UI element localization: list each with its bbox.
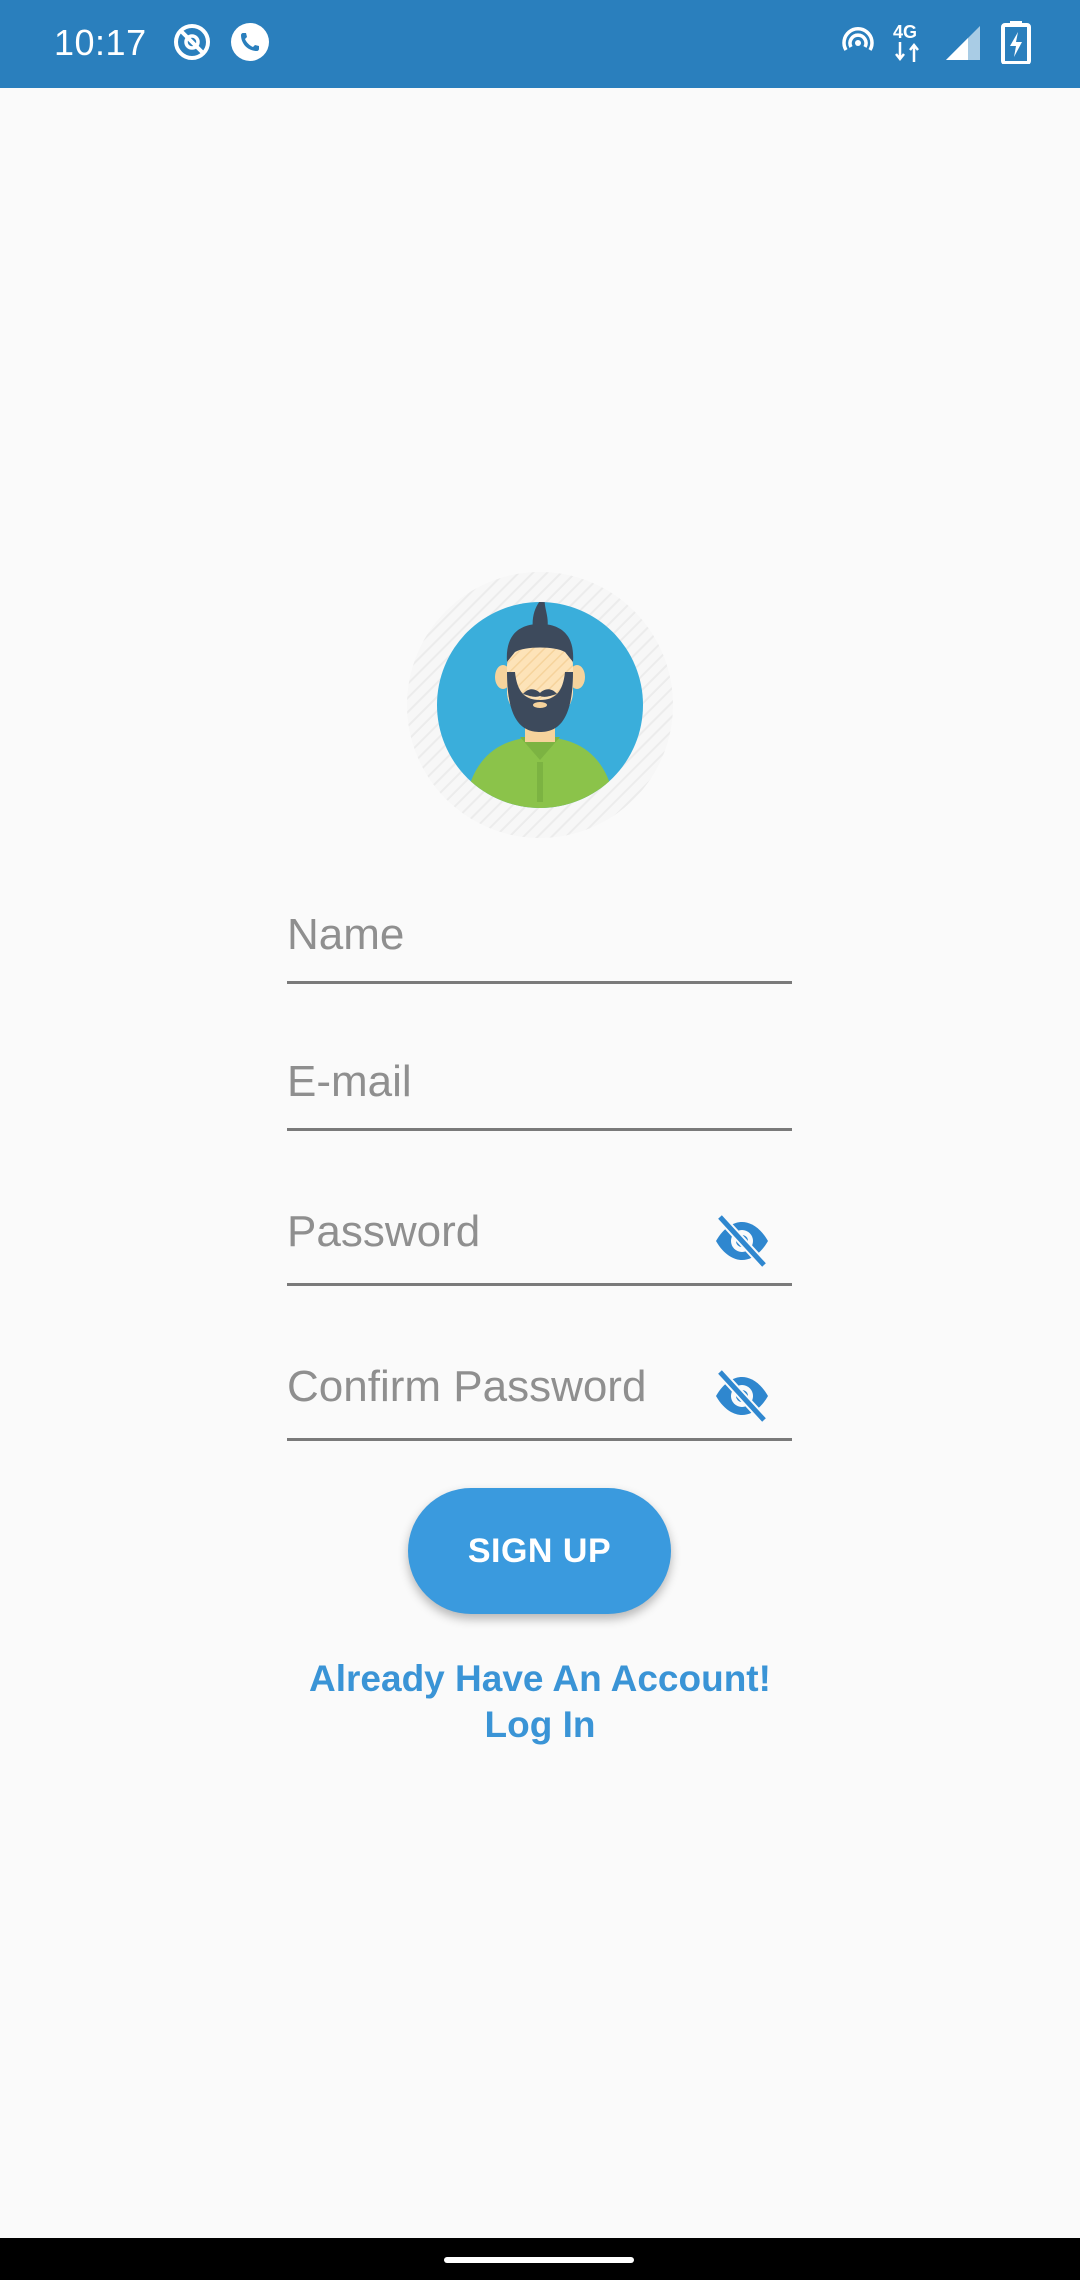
status-time: 10:17 [54,22,147,63]
name-field-container [287,910,792,984]
login-link-line2: Log In [484,1704,596,1745]
avatar [405,572,675,842]
user-avatar-icon [407,572,673,838]
battery-charging-icon [1001,21,1031,64]
sign-up-button[interactable]: SIGN UP [408,1488,671,1614]
home-indicator[interactable] [444,2257,634,2263]
network-4g-icon [895,42,919,62]
name-input[interactable] [287,910,792,968]
hotspot-icon [842,27,874,51]
confirm-password-input[interactable] [287,1362,687,1420]
call-icon [231,23,269,61]
eye-off-icon[interactable] [712,1211,772,1271]
password-field-container [287,1207,792,1286]
signal-icon [946,26,980,60]
do-not-disturb-icon [174,24,210,60]
confirm-password-underline [287,1438,792,1441]
email-field-container [287,1057,792,1131]
email-input[interactable] [287,1057,792,1115]
name-underline [287,981,792,984]
email-underline [287,1128,792,1131]
status-bar: 10:17 4G [0,0,1080,88]
eye-off-icon[interactable] [712,1366,772,1426]
password-input[interactable] [287,1207,687,1265]
confirm-password-field-container [287,1362,792,1441]
login-link-line1: Already Have An Account! [309,1658,771,1699]
login-link[interactable]: Already Have An Account! Log In [240,1656,840,1748]
password-underline [287,1283,792,1286]
